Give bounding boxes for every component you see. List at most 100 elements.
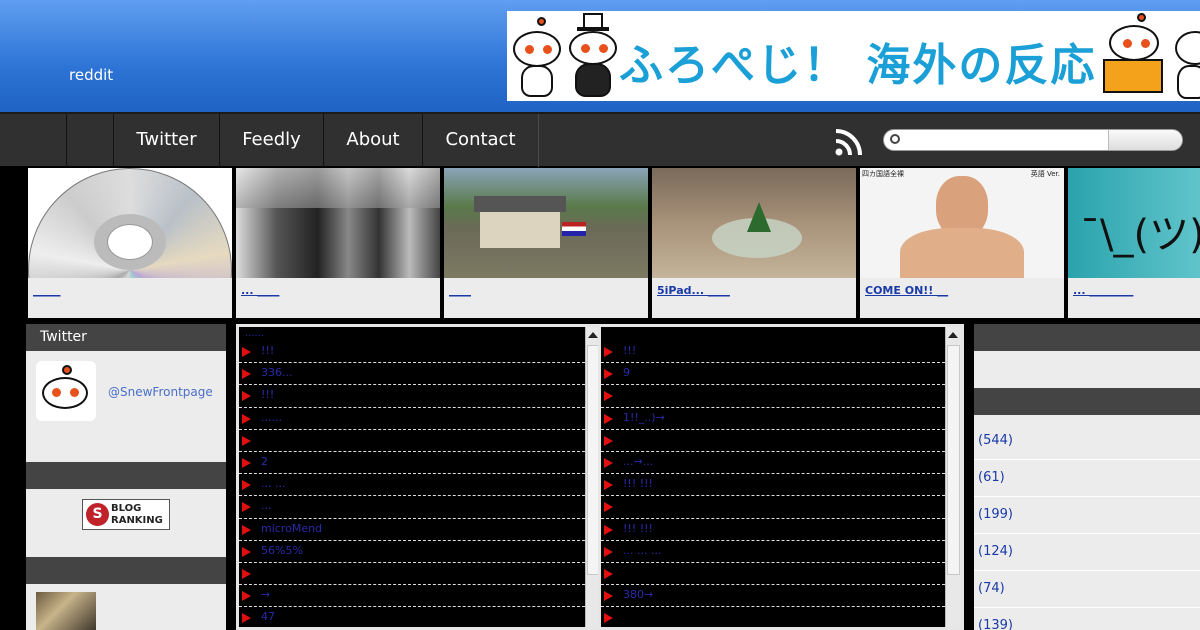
nav-item-home[interactable] — [66, 114, 114, 167]
search-box — [883, 129, 1183, 151]
list-item[interactable]: 56%5% — [239, 541, 585, 563]
search-button[interactable] — [1108, 130, 1182, 150]
list-item-link[interactable]: 2 — [261, 455, 268, 468]
list-item-link[interactable]: 336... — [261, 366, 293, 379]
list-item[interactable]: ...... — [239, 408, 585, 430]
list-item-link[interactable]: 56%5% — [261, 544, 303, 557]
red-arrow-icon — [242, 480, 251, 491]
thumbnail-card[interactable]: 5iPad... ____ — [652, 168, 856, 318]
red-arrow-icon — [242, 347, 251, 357]
nav-item-about[interactable]: About — [323, 114, 423, 167]
scrollbar[interactable] — [945, 327, 961, 627]
list-item-link[interactable]: ...→... — [623, 455, 653, 468]
list-item[interactable] — [601, 430, 945, 452]
sidebar-photo[interactable] — [36, 592, 96, 630]
twitter-heading: Twitter — [26, 324, 226, 351]
article-list-left: ...... !!! 336...!!!...... 2 ... ...... micr… — [236, 324, 599, 630]
site-header: reddit ふろぺじ！ 海外の反応 — [0, 0, 1200, 112]
thumbnail-card[interactable]: ____ — [444, 168, 648, 318]
thumbnail-caption[interactable]: 5iPad... ____ — [657, 284, 730, 297]
thumbnail-caption[interactable]: _____ — [33, 284, 61, 297]
sidebar-section-heading — [26, 557, 226, 584]
list-item[interactable] — [601, 496, 945, 519]
list-item[interactable] — [239, 430, 585, 452]
reddit-gentleman-mascot — [565, 13, 621, 99]
list-item[interactable]: 380→ — [601, 585, 945, 608]
list-item[interactable]: !!! !!! — [601, 519, 945, 541]
list-item[interactable]: ...→... — [601, 452, 945, 475]
list-item-link[interactable]: microMend — [261, 522, 322, 535]
category-item[interactable]: (139) — [974, 608, 1200, 630]
list-item[interactable] — [601, 563, 945, 586]
category-item[interactable]: (544) — [974, 423, 1200, 460]
search-input[interactable] — [906, 132, 1106, 148]
red-arrow-icon — [604, 435, 613, 446]
thumbnail-caption[interactable]: ... ________ — [1073, 284, 1133, 297]
list-item-link[interactable]: 47 — [261, 610, 275, 623]
scroll-up-icon[interactable] — [948, 332, 958, 338]
list-item[interactable]: ... ... — [239, 474, 585, 497]
category-item[interactable]: (74) — [974, 571, 1200, 608]
list-item[interactable]: 2 — [239, 452, 585, 475]
reddit-alien-mascot — [509, 15, 565, 99]
banner[interactable]: ふろぺじ！ 海外の反応 — [507, 11, 1200, 101]
category-item[interactable]: (199) — [974, 497, 1200, 534]
nav-item-contact[interactable]: Contact — [422, 114, 539, 167]
thumbnail-caption[interactable]: COME ON!! __ — [865, 284, 948, 297]
red-arrow-icon — [242, 568, 251, 579]
list-item[interactable]: !!! — [239, 341, 585, 364]
thumbnail-card[interactable]: 四カ国語全裸 英語 Ver. COME ON!! __ — [860, 168, 1064, 318]
nav-item-twitter[interactable]: Twitter — [113, 114, 220, 167]
thumbnail-card[interactable]: ... ____ — [236, 168, 440, 318]
list-item-link[interactable]: ... — [261, 499, 272, 512]
list-item[interactable]: 9 — [601, 363, 945, 386]
list-item-link[interactable]: 1!!_..)→ — [623, 411, 665, 424]
sidebar-section-heading — [974, 388, 1200, 415]
list-item[interactable]: !!! !!! — [601, 474, 945, 497]
list-item[interactable]: → — [239, 585, 585, 608]
list-item-link[interactable]: !!! — [261, 344, 274, 357]
thumbnail-card[interactable]: ¯\_(ツ) ... ________ — [1068, 168, 1200, 318]
list-item[interactable]: 47 — [239, 607, 585, 627]
scrollbar[interactable] — [585, 327, 599, 627]
list-item-link[interactable]: 9 — [623, 366, 630, 379]
right-sidebar: (544) (61) (199) (124) (74) (139) — [974, 324, 1200, 630]
list-item-link[interactable]: !!! !!! — [623, 522, 653, 535]
list-item-link[interactable]: !!! !!! — [623, 477, 653, 490]
site-name[interactable]: reddit — [69, 66, 113, 84]
list-item-link[interactable]: ...... — [261, 411, 282, 424]
blog-ranking-badge[interactable]: S BLOG RANKING — [82, 499, 170, 530]
scroll-thumb[interactable] — [947, 345, 960, 575]
list-item-link[interactable]: → — [261, 588, 270, 601]
list-item[interactable]: microMend — [239, 519, 585, 541]
list-item[interactable]: ... — [239, 496, 585, 519]
page: reddit ふろぺじ！ 海外の反応 Twitter Feedly About … — [0, 0, 1200, 630]
category-item[interactable]: (124) — [974, 534, 1200, 571]
twitter-handle[interactable]: @SnewFrontpage — [108, 385, 213, 399]
scroll-up-icon[interactable] — [588, 332, 598, 338]
list-item[interactable]: 336... — [239, 363, 585, 386]
list-item-link[interactable]: !!! — [623, 344, 636, 357]
thumbnail-card[interactable]: _____ — [28, 168, 232, 318]
list-item-link[interactable]: ... ... ... — [623, 544, 661, 557]
list-item[interactable]: !!! — [239, 385, 585, 408]
list-top-link[interactable]: ...... — [245, 328, 264, 339]
red-arrow-icon — [604, 480, 613, 491]
red-arrow-icon — [604, 347, 613, 357]
article-list-right: !!! 9 1!!_..)→ ...→... !!! !!! !!! !!! ... ...… — [598, 324, 964, 630]
list-item-link[interactable]: !!! — [261, 388, 274, 401]
list-item[interactable]: 1!!_..)→ — [601, 408, 945, 430]
thumbnail-caption[interactable]: ... ____ — [241, 284, 279, 297]
list-item[interactable] — [239, 563, 585, 586]
list-item-link[interactable]: 380→ — [623, 588, 653, 601]
nav-item-feedly[interactable]: Feedly — [219, 114, 324, 167]
list-item[interactable] — [601, 607, 945, 627]
list-item-link[interactable]: ... ... — [261, 477, 285, 490]
list-item[interactable]: !!! — [601, 341, 945, 364]
avatar[interactable] — [36, 361, 96, 421]
list-item[interactable] — [601, 385, 945, 408]
rss-icon[interactable] — [835, 128, 863, 156]
thumbnail-caption[interactable]: ____ — [449, 284, 471, 297]
list-item[interactable]: ... ... ... — [601, 541, 945, 563]
category-item[interactable]: (61) — [974, 460, 1200, 497]
